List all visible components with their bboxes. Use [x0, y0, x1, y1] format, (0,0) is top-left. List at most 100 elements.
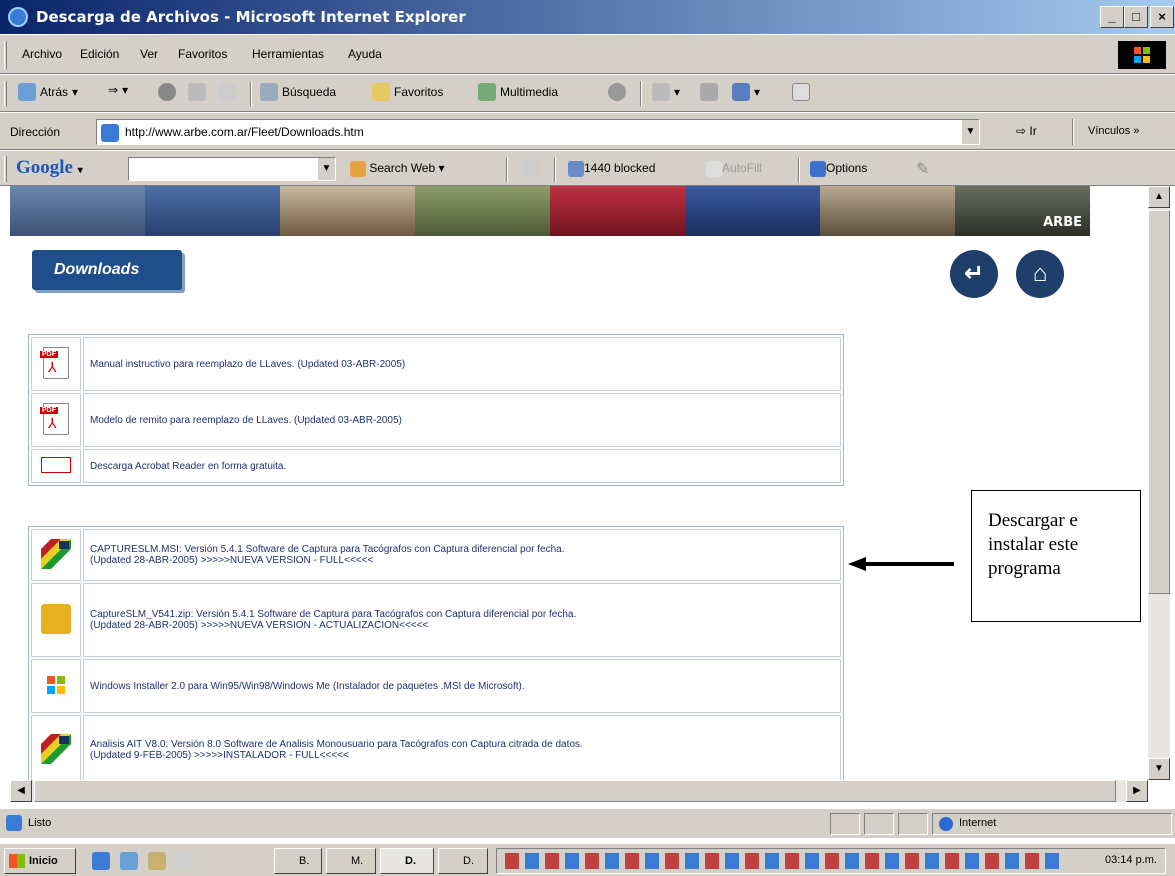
scroll-left-button[interactable]: ◀ — [10, 780, 32, 802]
media-icon[interactable] — [148, 852, 166, 870]
go-label: Ir — [1029, 124, 1037, 138]
arbe-logo: ARBE — [1043, 215, 1082, 230]
scroll-right-button[interactable]: ▶ — [1126, 780, 1148, 802]
stop-button[interactable] — [158, 83, 176, 101]
print-button[interactable] — [700, 83, 718, 101]
back-button[interactable]: Atrás ▾ — [18, 83, 78, 101]
taskbar-button[interactable]: M. — [326, 848, 376, 874]
horizontal-scrollbar[interactable]: ◀ ▶ — [10, 780, 1148, 802]
close-button[interactable]: × — [1150, 6, 1174, 28]
start-button[interactable]: Inicio — [4, 848, 76, 874]
taskbar-button[interactable]: D. — [438, 848, 488, 874]
download-description: Windows Installer 2.0 para Win95/Win98/W… — [90, 680, 525, 692]
taskbar-button-label: M. — [351, 855, 364, 867]
menu-ayuda[interactable]: Ayuda — [348, 47, 382, 61]
download-link[interactable]: Analisis AIT V8.0: Versión 8.0 Software … — [83, 715, 841, 780]
multimedia-button[interactable]: Multimedia — [478, 83, 558, 101]
scroll-up-button[interactable]: ▲ — [1148, 186, 1170, 208]
google-logo-button[interactable]: Google ▾ — [16, 157, 83, 179]
menu-archivo[interactable]: Archivo — [22, 47, 62, 61]
ie-quicklaunch-icon[interactable] — [92, 852, 110, 870]
windows-logo-icon — [9, 854, 25, 868]
options-label: Options — [826, 161, 868, 176]
arbe-app-icon[interactable] — [31, 715, 81, 780]
download-link[interactable]: Windows Installer 2.0 para Win95/Win98/W… — [83, 659, 841, 713]
forward-button[interactable]: ⇒ ▾ — [108, 83, 128, 97]
tray-icons[interactable] — [505, 853, 1065, 869]
menu-herramientas[interactable]: Herramientas — [252, 47, 324, 61]
links-button[interactable]: Vínculos » — [1088, 125, 1139, 137]
zone-label: Internet — [959, 817, 997, 829]
go-button[interactable]: ⇨ Ir — [1016, 124, 1037, 138]
pdf-icon[interactable]: PDF ⅄ — [31, 337, 81, 391]
menu-edicion[interactable]: Edición — [80, 47, 119, 61]
go-arrow-icon: ⇨ — [1016, 124, 1027, 138]
favorites-button[interactable]: Favoritos — [372, 83, 443, 101]
download-link[interactable]: CAPTURESLM.MSI: Versión 5.4.1 Software d… — [83, 529, 841, 581]
pagerank-button[interactable] — [520, 159, 538, 180]
mail-button[interactable]: ▾ — [652, 83, 680, 101]
popup-blocker-button[interactable]: 1440 blocked — [568, 161, 655, 177]
acrobat-reader-icon[interactable] — [31, 449, 81, 483]
table-row: PDF ⅄ Modelo de remito para reemplazo de … — [31, 393, 841, 447]
autofill-icon — [706, 161, 722, 177]
download-link[interactable]: Modelo de remito para reemplazo de LLave… — [83, 393, 841, 447]
separator — [250, 81, 252, 107]
truck-photo — [550, 186, 685, 236]
start-label: Inicio — [29, 855, 58, 867]
pdf-icon[interactable]: PDF ⅄ — [31, 393, 81, 447]
download-link[interactable]: Descarga Acrobat Reader en forma gratuit… — [83, 449, 841, 483]
history-button[interactable] — [608, 83, 626, 101]
search-button[interactable]: Búsqueda — [260, 83, 336, 101]
address-label: Dirección — [10, 125, 61, 139]
address-url: http://www.arbe.com.ar/Fleet/Downloads.h… — [125, 125, 364, 139]
home-round-button[interactable]: ⌂ — [1016, 250, 1064, 298]
arbe-app-icon[interactable] — [31, 529, 81, 581]
autofill-button[interactable]: AutoFill — [706, 161, 762, 177]
app-icon[interactable] — [176, 852, 194, 870]
status-pane — [898, 813, 928, 835]
computer-icon[interactable] — [31, 583, 81, 657]
desktop-icon[interactable] — [120, 852, 138, 870]
scroll-thumb[interactable] — [1148, 210, 1170, 594]
separator — [798, 157, 800, 183]
google-search-dropdown[interactable]: ▼ — [317, 158, 335, 180]
title-bar[interactable]: Descarga de Archivos - Microsoft Interne… — [0, 0, 1175, 34]
downloads-title-button[interactable]: Downloads — [32, 250, 182, 290]
windows-installer-icon[interactable] — [31, 659, 81, 713]
scroll-thumb[interactable] — [34, 780, 1116, 802]
home-button[interactable] — [218, 83, 236, 101]
taskbar-button-active[interactable]: D. — [380, 848, 434, 874]
windows-flag-logo — [1118, 41, 1166, 69]
favorites-label: Favoritos — [394, 85, 444, 99]
google-search-icon — [350, 161, 366, 177]
download-link[interactable]: CaptureSLM_V541.zip: Versión 5.4.1 Softw… — [83, 583, 841, 657]
popup-blocker-icon — [568, 161, 584, 177]
edit-word-button[interactable]: ▾ — [732, 83, 760, 101]
taskbar-button[interactable]: B. — [274, 848, 322, 874]
search-icon — [260, 83, 278, 101]
maximize-button[interactable]: □ — [1124, 6, 1148, 28]
standard-toolbar: Atrás ▾ ⇒ ▾ Búsqueda Favoritos Multimedi… — [0, 74, 1175, 112]
download-link[interactable]: Manual instructivo para reemplazo de LLa… — [83, 337, 841, 391]
search-web-button[interactable]: Search Web ▾ — [350, 161, 445, 177]
google-logo: Google — [16, 157, 73, 178]
vertical-scrollbar[interactable]: ▲ ▼ — [1148, 186, 1170, 780]
menu-grip[interactable] — [4, 41, 7, 69]
scroll-down-button[interactable]: ▼ — [1148, 758, 1170, 780]
address-input[interactable]: http://www.arbe.com.ar/Fleet/Downloads.h… — [96, 119, 980, 145]
page-status-icon — [6, 815, 22, 831]
download-update-note: (Updated 28-ABR-2005) >>>>>NUEVA VERSION… — [90, 555, 374, 566]
minimize-button[interactable]: _ — [1100, 6, 1124, 28]
address-dropdown-button[interactable]: ▼ — [961, 120, 979, 144]
menu-ver[interactable]: Ver — [140, 47, 158, 61]
options-button[interactable]: Options — [810, 161, 867, 177]
discuss-button[interactable] — [792, 83, 810, 101]
back-round-button[interactable]: ↵ — [950, 250, 998, 298]
google-grip — [4, 156, 7, 182]
menu-favoritos[interactable]: Favoritos — [178, 47, 227, 61]
google-search-input[interactable]: ▼ — [128, 157, 336, 181]
highlight-pencil-icon[interactable]: ✎ — [916, 159, 929, 179]
truck-photo — [415, 186, 550, 236]
refresh-button[interactable] — [188, 83, 206, 101]
